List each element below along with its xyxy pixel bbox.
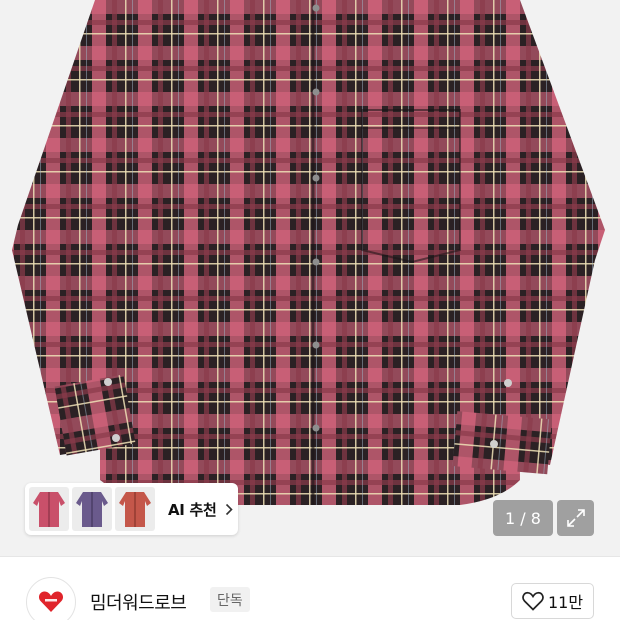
like-button[interactable]: 11만 <box>511 583 594 619</box>
ai-recommend-strip[interactable]: AI 추천 <box>25 483 238 535</box>
brand-logo[interactable] <box>26 577 76 620</box>
image-page-counter: 1 / 8 <box>493 500 553 536</box>
heart-logo-icon <box>38 591 64 612</box>
expand-arrows-icon <box>566 509 585 527</box>
expand-image-button[interactable] <box>557 500 594 536</box>
recommend-thumbnail[interactable] <box>115 487 155 531</box>
ai-recommend-label: AI 추천 <box>168 500 217 519</box>
shirt-thumbnail-icon <box>119 492 151 527</box>
recommend-thumbnail[interactable] <box>29 487 69 531</box>
shirt-thumbnail-icon <box>76 492 108 527</box>
like-count: 11만 <box>547 593 584 612</box>
brand-bar: 밈더워드로브 단독 11만 <box>0 556 620 620</box>
chevron-right-icon <box>225 503 233 516</box>
brand-name[interactable]: 밈더워드로브 <box>90 589 187 615</box>
recommend-thumbnail[interactable] <box>72 487 112 531</box>
exclusive-badge: 단독 <box>210 587 250 612</box>
product-image-gallery[interactable]: AI 추천 1 / 8 <box>0 0 620 556</box>
product-photo[interactable] <box>0 0 620 556</box>
shirt-thumbnail-icon <box>33 492 65 527</box>
heart-outline-icon <box>522 591 544 611</box>
